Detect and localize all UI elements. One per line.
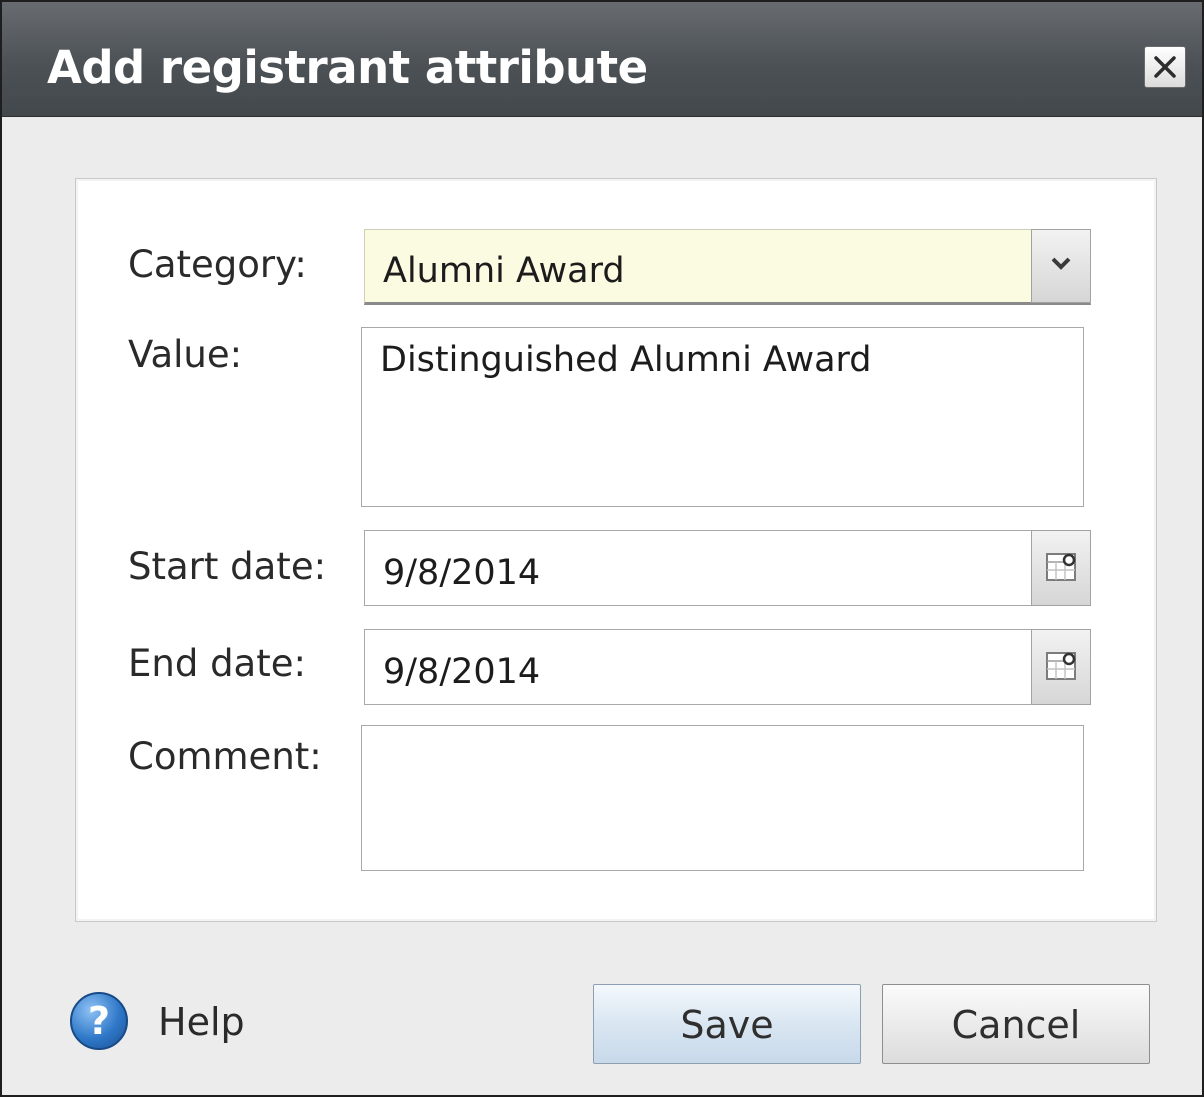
category-dropdown-button[interactable] bbox=[1031, 229, 1091, 303]
category-label: Category: bbox=[128, 243, 307, 286]
end-date-field[interactable]: 9/8/2014 bbox=[364, 629, 1091, 705]
start-date-field[interactable]: 9/8/2014 bbox=[364, 530, 1091, 606]
calendar-icon bbox=[1046, 553, 1076, 581]
start-date-value: 9/8/2014 bbox=[383, 553, 541, 593]
comment-textarea[interactable] bbox=[361, 725, 1084, 871]
dialog-titlebar: Add registrant attribute bbox=[2, 2, 1202, 117]
chevron-down-icon bbox=[1051, 257, 1071, 270]
form-panel: Category: Alumni Award Value: Distinguis… bbox=[75, 178, 1157, 922]
category-value: Alumni Award bbox=[383, 251, 625, 291]
end-date-value: 9/8/2014 bbox=[383, 652, 541, 692]
save-button[interactable]: Save bbox=[593, 984, 861, 1064]
calendar-icon bbox=[1046, 652, 1076, 680]
close-button[interactable] bbox=[1144, 46, 1186, 88]
comment-label: Comment: bbox=[128, 735, 322, 778]
help-label: Help bbox=[158, 1000, 245, 1044]
category-select[interactable]: Alumni Award bbox=[364, 229, 1091, 305]
end-date-label: End date: bbox=[128, 642, 306, 685]
value-textarea[interactable]: Distinguished Alumni Award bbox=[361, 327, 1084, 507]
help-icon: ? bbox=[70, 992, 128, 1050]
add-registrant-attribute-dialog: Add registrant attribute Category: Alumn… bbox=[0, 0, 1204, 1097]
start-date-calendar-button[interactable] bbox=[1031, 530, 1091, 606]
value-text: Distinguished Alumni Award bbox=[380, 340, 872, 380]
start-date-label: Start date: bbox=[128, 545, 327, 588]
end-date-calendar-button[interactable] bbox=[1031, 629, 1091, 705]
cancel-button[interactable]: Cancel bbox=[882, 984, 1150, 1064]
dialog-title: Add registrant attribute bbox=[47, 41, 648, 94]
value-label: Value: bbox=[128, 333, 243, 376]
close-icon bbox=[1154, 56, 1176, 78]
